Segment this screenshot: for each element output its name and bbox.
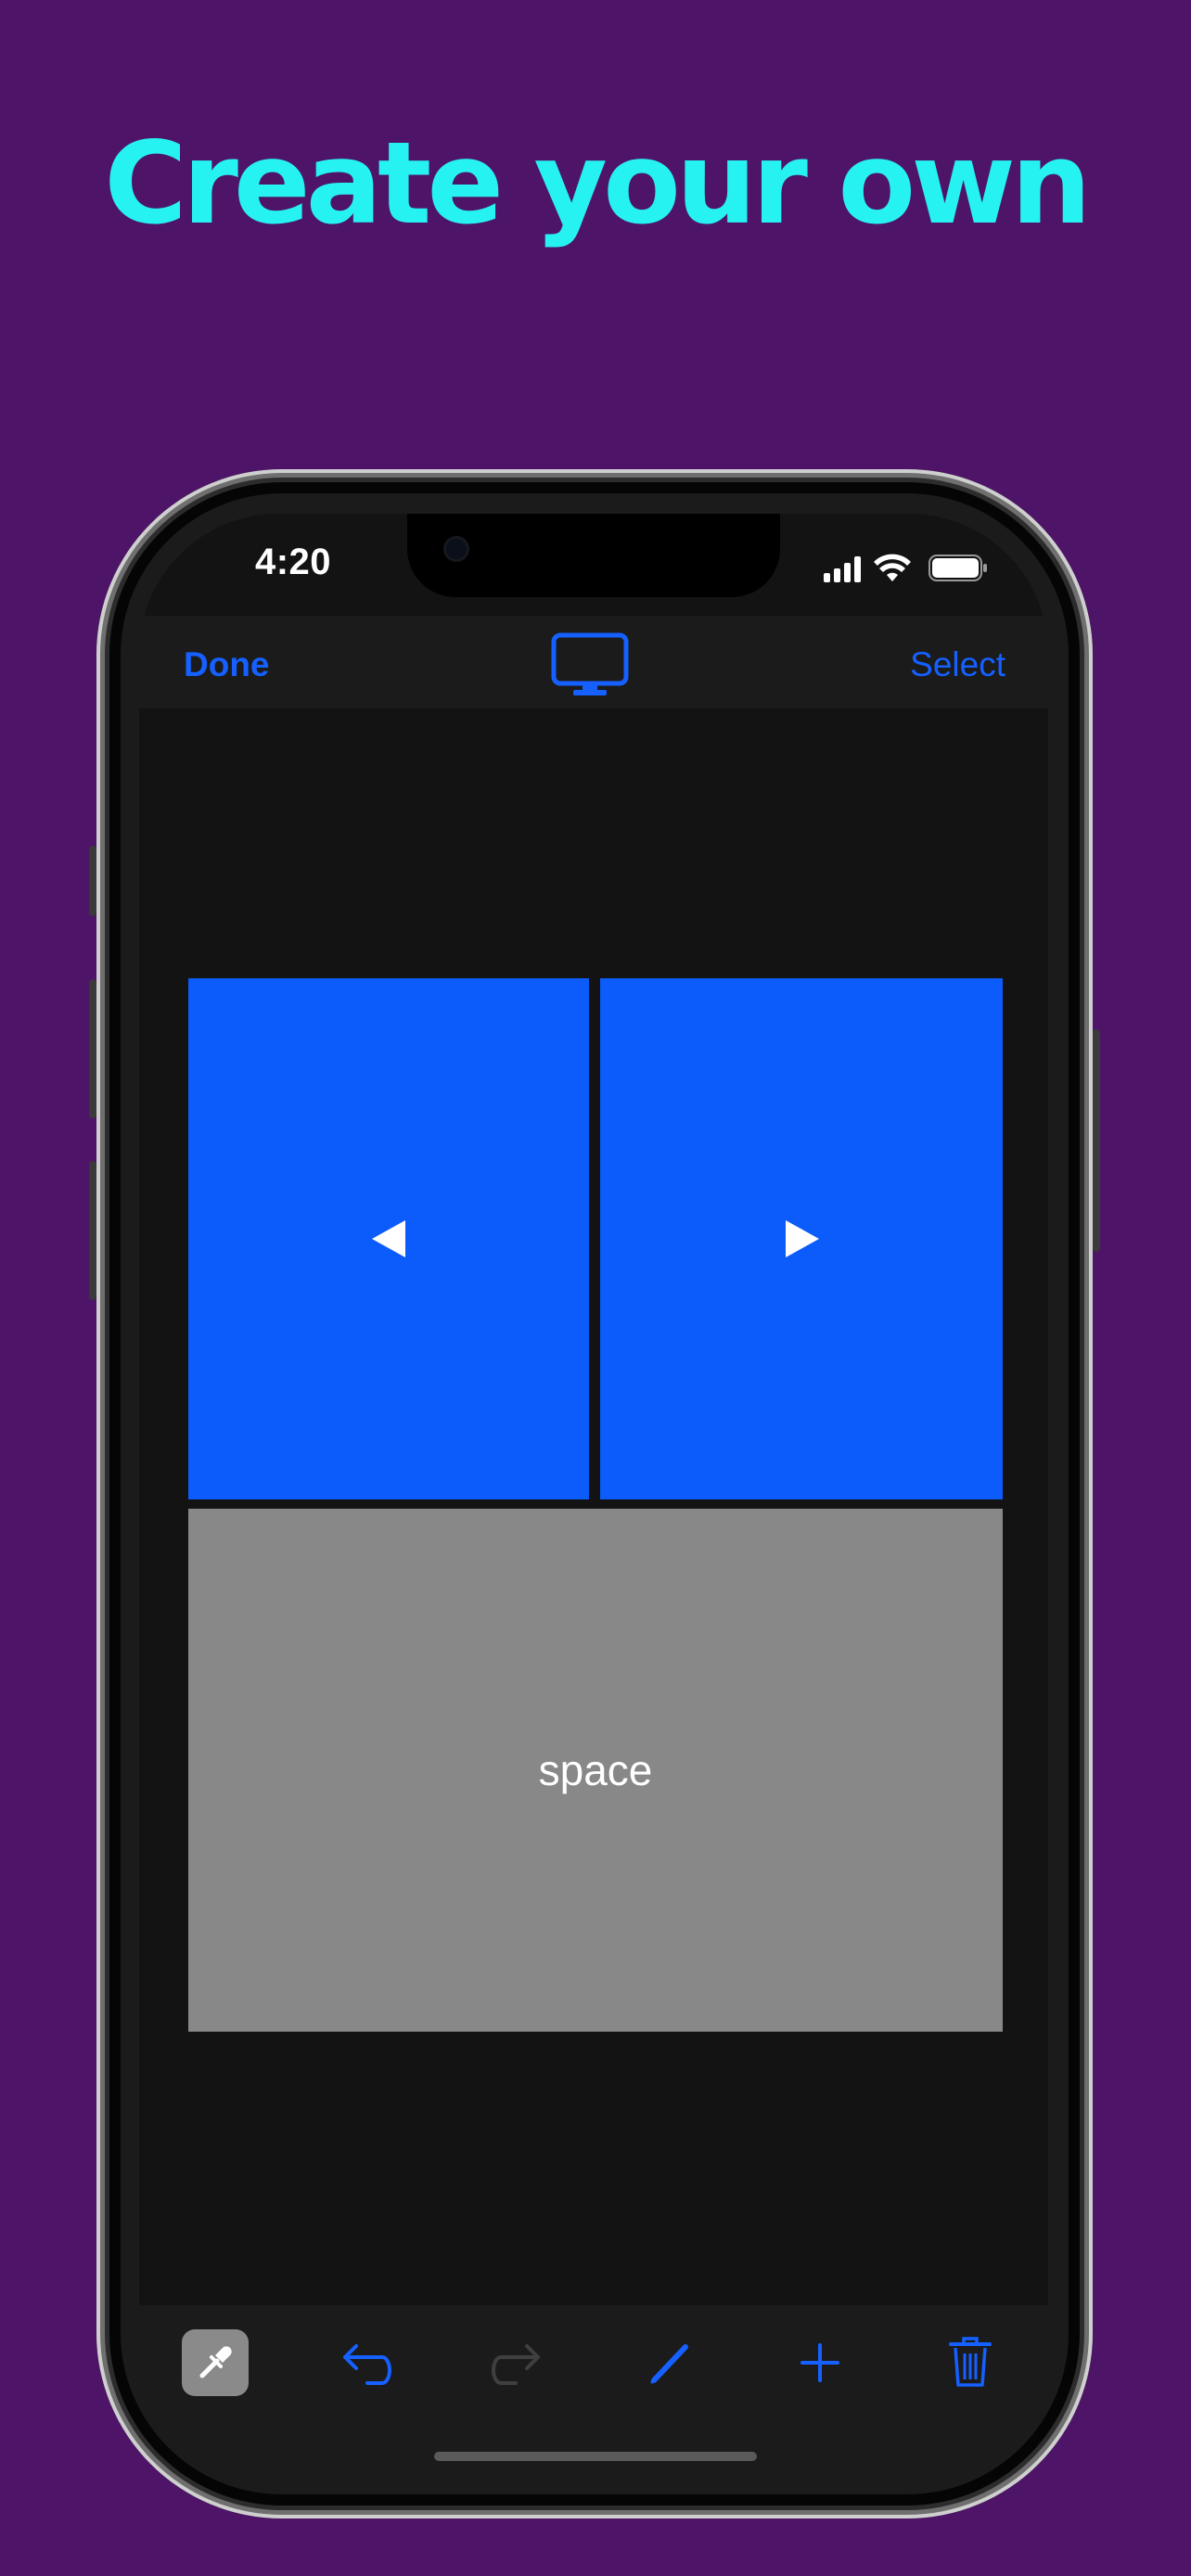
- notch: [407, 514, 780, 597]
- phone-screen: 4:20 Done Select space: [139, 514, 1048, 2476]
- select-button[interactable]: Select: [910, 645, 1005, 684]
- volume-up-button: [89, 979, 96, 1118]
- pencil-icon: [650, 2344, 688, 2384]
- add-button[interactable]: [787, 2329, 853, 2396]
- triangle-left-icon: [372, 1220, 405, 1257]
- done-button[interactable]: Done: [184, 645, 270, 684]
- undo-icon: [343, 2344, 391, 2385]
- status-time: 4:20: [254, 542, 332, 582]
- eyedropper-button[interactable]: [182, 2329, 249, 2396]
- bottom-toolbar: [139, 2305, 1048, 2476]
- eyedropper-icon: [199, 2346, 232, 2378]
- trash-icon: [949, 2337, 992, 2387]
- power-button: [1093, 1029, 1100, 1252]
- volume-down-button: [89, 1161, 96, 1300]
- monitor-icon[interactable]: [551, 632, 629, 697]
- wifi-icon: [874, 554, 911, 581]
- mute-switch: [89, 846, 96, 916]
- nav-bar: Done Select: [139, 616, 1048, 708]
- plus-icon: [800, 2343, 839, 2382]
- right-arrow-tile[interactable]: [600, 978, 1003, 1499]
- undo-button[interactable]: [332, 2329, 399, 2396]
- left-arrow-tile[interactable]: [188, 978, 589, 1499]
- cellular-signal-icon: [824, 556, 861, 582]
- front-camera: [446, 539, 467, 559]
- status-icons: [824, 554, 987, 582]
- redo-button: [484, 2329, 551, 2396]
- home-indicator[interactable]: [434, 2452, 757, 2461]
- delete-button[interactable]: [937, 2329, 1004, 2396]
- headline: Create your own: [104, 118, 1092, 249]
- triangle-right-icon: [786, 1220, 819, 1257]
- space-label: space: [538, 1746, 653, 1794]
- battery-icon: [928, 555, 987, 581]
- space-tile[interactable]: space: [188, 1509, 1003, 2032]
- edit-button[interactable]: [636, 2329, 703, 2396]
- redo-icon: [492, 2344, 540, 2385]
